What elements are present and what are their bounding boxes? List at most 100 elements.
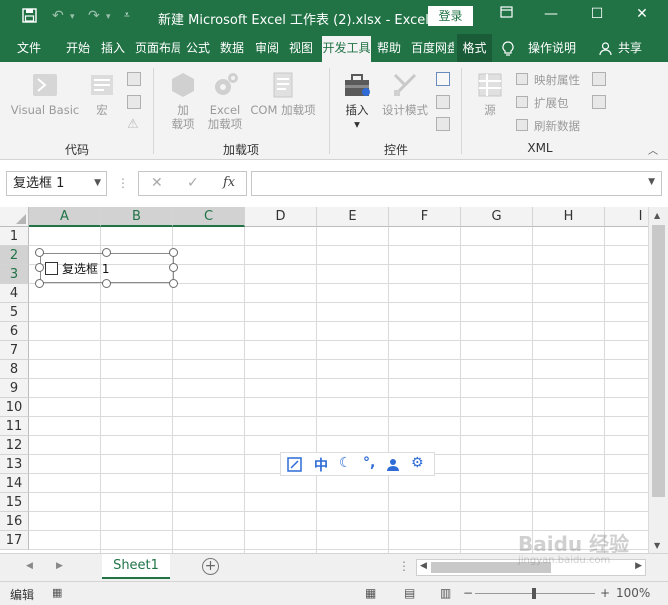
- tab-data[interactable]: 数据: [220, 34, 244, 62]
- collapse-ribbon-icon[interactable]: ︿: [648, 142, 658, 157]
- formula-bar-grip-icon[interactable]: ⋮: [117, 176, 129, 190]
- tab-view[interactable]: 视图: [289, 34, 313, 62]
- row-header-17[interactable]: 17: [0, 531, 29, 550]
- prev-sheet-icon[interactable]: ◀: [26, 561, 33, 571]
- tab-developer[interactable]: 开发工具: [322, 36, 371, 62]
- resize-handle-bottom-right[interactable]: [169, 279, 178, 288]
- macro-security-icon[interactable]: ⚠: [127, 117, 139, 132]
- column-header-g[interactable]: G: [461, 207, 533, 227]
- column-header-f[interactable]: F: [389, 207, 461, 227]
- column-header-i[interactable]: I: [605, 207, 648, 227]
- select-all-button[interactable]: [0, 207, 29, 227]
- map-properties-icon[interactable]: [516, 73, 528, 85]
- undo-icon[interactable]: ↶: [52, 8, 64, 24]
- redo-dropdown-icon[interactable]: ▾: [106, 12, 111, 22]
- com-addins-button[interactable]: COM 加载项: [246, 70, 320, 117]
- xml-source-button[interactable]: 源: [473, 70, 507, 117]
- checkbox[interactable]: [45, 262, 58, 275]
- row-header-1[interactable]: 1: [0, 227, 29, 246]
- lightbulb-icon[interactable]: [501, 34, 515, 62]
- share-button[interactable]: 共享: [618, 34, 642, 62]
- insert-function-icon[interactable]: fx: [223, 175, 235, 190]
- refresh-data-icon[interactable]: [516, 119, 528, 131]
- zoom-in-icon[interactable]: +: [600, 586, 610, 600]
- refresh-data-button[interactable]: 刷新数据: [534, 118, 580, 134]
- page-break-view-icon[interactable]: ▥: [440, 586, 451, 600]
- tell-me-search[interactable]: 操作说明: [528, 34, 576, 62]
- macro-record-status-icon[interactable]: ▦: [52, 586, 62, 599]
- sheet-tab-sheet1[interactable]: Sheet1: [102, 554, 170, 579]
- resize-handle-top-right[interactable]: [169, 248, 178, 257]
- zoom-out-icon[interactable]: −: [463, 586, 473, 600]
- row-header-7[interactable]: 7: [0, 341, 29, 360]
- xml-export-icon[interactable]: [592, 95, 606, 109]
- row-header-6[interactable]: 6: [0, 322, 29, 341]
- tab-review[interactable]: 审阅: [255, 34, 279, 62]
- column-header-b[interactable]: B: [101, 207, 173, 227]
- excel-addins-button[interactable]: Excel 加载项: [203, 70, 247, 131]
- chevron-down-icon[interactable]: ▼: [94, 172, 101, 195]
- row-header-16[interactable]: 16: [0, 512, 29, 531]
- split-grip-icon[interactable]: ⋮: [398, 559, 410, 573]
- ime-settings-square-icon[interactable]: [287, 455, 302, 476]
- resize-handle-left[interactable]: [35, 263, 44, 272]
- expand-formula-bar-icon[interactable]: ▼: [648, 177, 655, 187]
- insert-control-button[interactable]: 插入 ▾: [337, 70, 377, 131]
- user-icon[interactable]: [386, 455, 400, 476]
- checkbox-label[interactable]: 复选框 1: [62, 260, 109, 277]
- tab-file[interactable]: 文件: [17, 34, 41, 62]
- tab-baidu-netdisk[interactable]: 百度网盘: [411, 34, 454, 62]
- close-icon[interactable]: ✕: [630, 6, 654, 22]
- expansion-packs-icon[interactable]: [516, 96, 528, 108]
- redo-icon[interactable]: ↷: [88, 8, 100, 24]
- column-header-e[interactable]: E: [317, 207, 389, 227]
- scroll-down-icon[interactable]: ▼: [654, 541, 660, 550]
- scroll-up-icon[interactable]: ▲: [654, 211, 660, 220]
- undo-dropdown-icon[interactable]: ▾: [70, 12, 75, 22]
- resize-handle-bottom[interactable]: [102, 279, 111, 288]
- column-header-c[interactable]: C: [173, 207, 245, 227]
- record-macro-icon[interactable]: [127, 72, 141, 86]
- tab-insert[interactable]: 插入: [101, 34, 125, 62]
- normal-view-icon[interactable]: ▦: [365, 586, 376, 600]
- zoom-slider-thumb[interactable]: [532, 588, 536, 599]
- formula-input[interactable]: ▼: [251, 171, 662, 196]
- add-sheet-icon[interactable]: +: [202, 558, 219, 575]
- vertical-scroll-thumb[interactable]: [652, 225, 665, 497]
- run-dialog-icon[interactable]: [436, 117, 450, 131]
- tab-help[interactable]: 帮助: [377, 34, 401, 62]
- chinese-mode-icon[interactable]: 中: [314, 455, 328, 475]
- vertical-scrollbar[interactable]: ▲ ▼: [648, 207, 668, 553]
- login-button[interactable]: 登录: [428, 6, 473, 26]
- column-header-h[interactable]: H: [533, 207, 605, 227]
- row-header-14[interactable]: 14: [0, 474, 29, 493]
- xml-import-icon[interactable]: [592, 72, 606, 86]
- resize-handle-right[interactable]: [169, 263, 178, 272]
- map-properties-button[interactable]: 映射属性: [534, 72, 580, 88]
- relative-reference-icon[interactable]: [127, 95, 141, 109]
- zoom-level[interactable]: 100%: [616, 586, 650, 600]
- resize-handle-bottom-left[interactable]: [35, 279, 44, 288]
- row-header-10[interactable]: 10: [0, 398, 29, 417]
- scroll-left-icon[interactable]: ◀: [420, 561, 427, 571]
- row-header-13[interactable]: 13: [0, 455, 29, 474]
- row-header-4[interactable]: 4: [0, 284, 29, 303]
- column-header-d[interactable]: D: [245, 207, 317, 227]
- properties-icon[interactable]: [436, 72, 450, 86]
- share-icon[interactable]: [599, 34, 612, 62]
- enter-icon[interactable]: ✓: [187, 175, 199, 191]
- view-code-icon[interactable]: [436, 95, 450, 109]
- column-header-a[interactable]: A: [29, 207, 101, 227]
- macro-button[interactable]: 宏: [86, 70, 118, 117]
- scroll-right-icon[interactable]: ▶: [635, 561, 642, 571]
- moon-icon[interactable]: ☾: [339, 455, 352, 471]
- tab-format[interactable]: 格式: [457, 34, 492, 62]
- ribbon-display-icon[interactable]: [494, 6, 518, 22]
- tab-page-layout[interactable]: 页面布局: [135, 34, 180, 62]
- row-header-12[interactable]: 12: [0, 436, 29, 455]
- save-icon[interactable]: [22, 8, 37, 27]
- row-header-2[interactable]: 2: [0, 246, 29, 265]
- gear-icon[interactable]: ⚙: [411, 455, 424, 471]
- visual-basic-button[interactable]: Visual Basic: [8, 70, 82, 117]
- design-mode-button[interactable]: 设计模式: [378, 70, 432, 117]
